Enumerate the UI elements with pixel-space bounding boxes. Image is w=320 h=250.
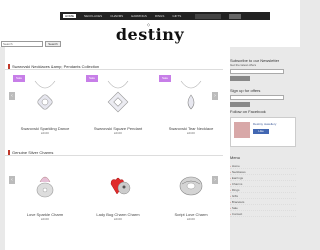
newsletter-block: Subscribe to our Newsletter Get the late…	[230, 58, 298, 81]
facebook-like-button[interactable]: Like	[253, 129, 269, 134]
sale-ribbon: Sale	[86, 75, 98, 82]
nav-item-gifts[interactable]: GIFTS	[172, 14, 181, 18]
carousel-next-button[interactable]: ›	[212, 92, 218, 100]
sale-ribbon: Sale	[13, 75, 25, 82]
section-title-text: Genuine Silver Charms	[12, 150, 54, 155]
product-price: £0.00	[41, 131, 49, 135]
nav-item-charms[interactable]: CHARMS	[110, 14, 123, 18]
search-row: Search Search	[1, 41, 61, 47]
product-image[interactable]: Sale	[86, 75, 150, 123]
carousel-prev-button[interactable]: ‹	[9, 176, 15, 184]
product-card[interactable]: Sale Swarovski Square Pendant £0.00	[86, 75, 150, 135]
product-price: £0.00	[187, 131, 195, 135]
product-card[interactable]: Lady Bug Charm Charm £0.00	[86, 161, 150, 221]
newsletter-submit-button[interactable]	[230, 76, 250, 81]
carousel-next-button[interactable]: ›	[212, 176, 218, 184]
section-title: Genuine Silver Charms	[5, 150, 223, 156]
product-image[interactable]: Sale	[13, 75, 77, 123]
menu-title: Menu	[230, 155, 241, 160]
product-image[interactable]	[86, 161, 150, 209]
section-charms: Genuine Silver Charms	[5, 150, 223, 156]
signup-title: Sign up for offers	[230, 88, 261, 93]
title-accent	[8, 150, 10, 156]
tear-pendant-icon	[180, 80, 202, 110]
signup-input[interactable]	[230, 95, 284, 100]
nav-search-button[interactable]	[229, 13, 242, 19]
facebook-page-name[interactable]: Destiny Jewellery	[253, 122, 276, 126]
section-necklaces: Swarovski Necklaces &amp; Pendants Colle…	[5, 64, 223, 70]
section-title: Swarovski Necklaces &amp; Pendants Colle…	[5, 64, 223, 70]
facebook-block: Follow on Facebook	[230, 109, 298, 114]
product-image[interactable]	[159, 161, 223, 209]
ladybug-charm-icon	[110, 177, 131, 195]
carousel-prev-button[interactable]: ‹	[9, 92, 15, 100]
product-price: £0.00	[114, 131, 122, 135]
search-button[interactable]: Search	[45, 41, 61, 47]
nav-search-input[interactable]	[195, 13, 222, 19]
nav-item-necklaces[interactable]: NECKLACES	[84, 14, 102, 18]
bead-charm-icon	[179, 176, 203, 196]
facebook-page-avatar	[234, 122, 250, 138]
sale-ribbon: Sale	[159, 75, 171, 82]
facebook-title: Follow on Facebook	[230, 109, 266, 114]
product-card[interactable]: Love Sparkle Charm £0.00	[13, 161, 77, 221]
product-image[interactable]	[13, 161, 77, 209]
pendant-icon	[107, 80, 129, 113]
top-navigation: HOME NECKLACES CHARMS EARRINGS RINGS GIF…	[60, 12, 270, 20]
signup-button[interactable]	[230, 102, 250, 107]
product-card[interactable]: Sale Swarovski Tear Necklace £0.00	[159, 75, 223, 135]
nav-item-earrings[interactable]: EARRINGS	[131, 14, 147, 18]
nav-item-home[interactable]: HOME	[63, 14, 76, 18]
newsletter-text: Get the latest offers	[230, 63, 257, 67]
nav-item-rings[interactable]: RINGS	[155, 14, 165, 18]
necklace-icon	[34, 80, 56, 110]
product-price: £0.00	[41, 217, 49, 221]
sidebar-menu: Menu Home Necklaces Earrings Charms Ring…	[230, 155, 296, 217]
section-title-text: Swarovski Necklaces &amp; Pendants Colle…	[12, 64, 100, 69]
top-bar: HOME NECKLACES CHARMS EARRINGS RINGS GIF…	[0, 0, 300, 20]
signup-block: Sign up for offers	[230, 88, 298, 107]
product-carousel-charms: Love Sparkle Charm £0.00 Lady Bug Charm …	[9, 161, 227, 221]
product-card[interactable]: Sale Swarovski Sparkling Dance £0.00	[13, 75, 77, 135]
charm-icon	[36, 176, 54, 198]
menu-item[interactable]: Contact	[230, 211, 296, 217]
facebook-widget[interactable]: Destiny Jewellery Like	[230, 117, 296, 147]
product-card[interactable]: Script Love Charm £0.00	[159, 161, 223, 221]
sidebar: Subscribe to our Newsletter Get the late…	[228, 47, 300, 250]
product-price: £0.00	[114, 217, 122, 221]
search-input[interactable]: Search	[1, 41, 43, 47]
product-price: £0.00	[187, 217, 195, 221]
product-carousel-necklaces: Sale Swarovski Sparkling Dance £0.00 Sal…	[9, 75, 227, 135]
newsletter-email-input[interactable]	[230, 69, 284, 74]
title-accent	[8, 64, 10, 70]
